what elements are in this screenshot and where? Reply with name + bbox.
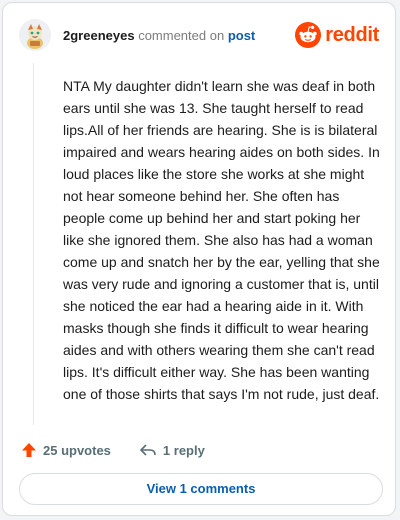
avatar-icon: [19, 19, 51, 51]
comment-actions: 25 upvotes 1 reply: [21, 439, 205, 461]
reddit-logo[interactable]: reddit: [295, 21, 379, 49]
action-text: commented on: [138, 28, 225, 43]
comment-card: 2greeneyes commented on post reddit NTA …: [2, 2, 396, 516]
reddit-snoo-icon: [295, 22, 322, 48]
comment-body: NTA My daughter didn't learn she was dea…: [63, 78, 380, 402]
comment-meta: 2greeneyes commented on post: [63, 28, 255, 43]
upvote-count: 25 upvotes: [43, 442, 111, 458]
view-comments-button[interactable]: View 1 comments: [19, 473, 383, 505]
upvote-arrow-icon: [22, 443, 36, 457]
reply-count: 1 reply: [162, 442, 205, 458]
reply-button[interactable]: 1 reply: [139, 442, 205, 458]
thread-line[interactable]: [33, 63, 34, 425]
reddit-wordmark: reddit: [325, 23, 379, 46]
post-link[interactable]: post: [228, 28, 255, 43]
reply-arrow-icon: [140, 444, 156, 456]
user-avatar[interactable]: [19, 19, 51, 51]
username[interactable]: 2greeneyes: [63, 28, 135, 43]
upvote-button[interactable]: 25 upvotes: [21, 442, 111, 458]
comment-header: 2greeneyes commented on post reddit: [19, 17, 381, 57]
